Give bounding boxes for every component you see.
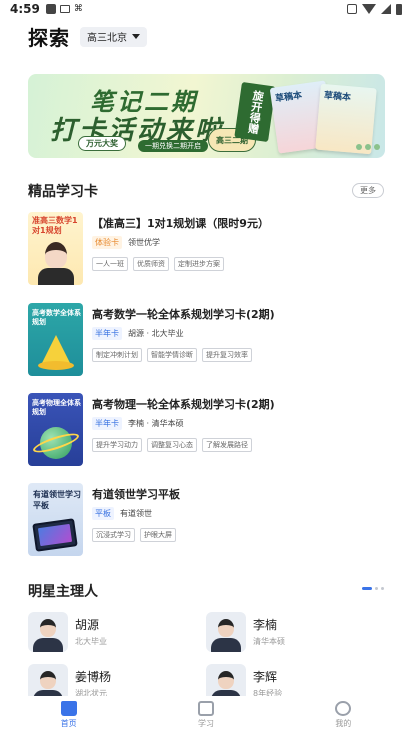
explore-icon [60, 701, 77, 716]
teacher-desc: 清华本硕 [253, 637, 285, 646]
page-title: 探索 [28, 26, 70, 50]
battery-icon [396, 3, 402, 15]
vibrate-icon [347, 4, 357, 14]
tab-study[interactable]: 学习 [137, 696, 274, 734]
course-title: 【准高三】1对1规划课（限时9元） [92, 217, 269, 230]
course-type-badge: 半年卡 [92, 327, 122, 340]
app-notification-icon: ⌘ [73, 4, 83, 14]
course-teacher: 李楠 · 清华本硕 [128, 419, 184, 428]
cellular-icon [381, 4, 391, 14]
teacher-name: 李辉 [253, 670, 278, 684]
feature-tag: 提升学习动力 [92, 438, 142, 452]
course-meta: 平板 有道领世 [92, 507, 152, 520]
thumbnail-text: 有道领世学习平板 [33, 490, 81, 510]
course-type-badge: 体验卡 [92, 236, 122, 249]
course-title: 有道领世学习平板 [92, 488, 180, 501]
notebook-label: 草稿本 [323, 91, 352, 104]
course-meta: 半年卡 李楠 · 清华本硕 [92, 417, 184, 430]
thumbnail-text: 高考物理全体系规划 [32, 399, 81, 416]
course-meta: 半年卡 胡源 · 北大毕业 [92, 327, 184, 340]
bottom-tab-bar: 首页 学习 我的 [0, 696, 412, 734]
section-title-star-teachers: 明星主理人 [28, 584, 98, 600]
teacher-card[interactable]: 胡源 北大毕业 [28, 612, 198, 660]
teacher-desc: 北大毕业 [75, 637, 107, 646]
course-features: 制定冲刺计划 智能学情诊断 提升复习效率 [92, 348, 252, 362]
feature-tag: 智能学情诊断 [147, 348, 197, 362]
status-time: 4:59 [10, 2, 40, 16]
course-features: 沉浸式学习 护眼大屏 [92, 528, 176, 542]
course-meta: 体验卡 领世优学 [92, 236, 160, 249]
banner-decoration [356, 144, 380, 150]
more-button[interactable]: 更多 [352, 183, 384, 198]
feature-tag: 了解发展路径 [202, 438, 252, 452]
feature-tag: 制定冲刺计划 [92, 348, 142, 362]
avatar [28, 612, 68, 652]
course-type-badge: 半年卡 [92, 417, 122, 430]
caret-down-icon [132, 34, 140, 39]
profile-icon [335, 701, 352, 716]
notebook-label: 草稿本 [274, 90, 303, 105]
thumbnail-text: 高考数学全体系规划 [32, 309, 81, 326]
banner-badge-prize: 万元大奖 [78, 136, 126, 151]
course-type-badge: 平板 [92, 507, 114, 520]
more-label: 更多 [360, 186, 376, 195]
teacher-name: 胡源 [75, 618, 100, 632]
feature-tag: 定制进步方案 [174, 257, 224, 271]
tab-label: 学习 [197, 719, 214, 728]
course-features: 一人一班 优质师资 定制进步方案 [92, 257, 224, 271]
course-title: 高考数学一轮全体系规划学习卡(2期) [92, 308, 275, 321]
course-teacher: 胡源 · 北大毕业 [128, 329, 184, 338]
grade-selector[interactable]: 高三北京 [80, 26, 147, 47]
course-features: 提升学习动力 调整复习心态 了解发展路径 [92, 438, 252, 452]
wifi-icon [362, 4, 376, 14]
feature-tag: 护眼大屏 [140, 528, 176, 542]
page-header: 探索 高三北京 [28, 22, 147, 51]
promo-banner[interactable]: 笔记二期 打卡活动来啦 万元大奖 一期兑换二期开启 高三二期 旋开得赠 草稿本 … [28, 74, 385, 158]
course-teacher: 领世优学 [128, 238, 160, 247]
course-thumbnail: 有道领世学习平板 [28, 483, 83, 556]
banner-badge-exchange: 一期兑换二期开启 [138, 140, 208, 152]
course-card[interactable]: 高考数学全体系规划 高考数学一轮全体系规划学习卡(2期) 半年卡 胡源 · 北大… [28, 303, 384, 378]
feature-tag: 调整复习心态 [147, 438, 197, 452]
teacher-name: 姜博杨 [75, 670, 112, 684]
status-bar: 4:59 ⌘ [0, 0, 412, 18]
section-title-study-cards: 精品学习卡 [28, 184, 98, 200]
teacher-name: 李楠 [253, 618, 278, 632]
course-card[interactable]: 有道领世学习平板 有道领世学习平板 平板 有道领世 沉浸式学习 护眼大屏 [28, 483, 384, 558]
course-thumbnail: 高考物理全体系规划 [28, 393, 83, 466]
tab-home[interactable]: 首页 [0, 696, 137, 734]
feature-tag: 提升复习效率 [202, 348, 252, 362]
carousel-indicator [362, 587, 384, 590]
feature-tag: 沉浸式学习 [92, 528, 135, 542]
grade-label: 高三北京 [87, 33, 127, 44]
course-card[interactable]: 高考物理全体系规划 高考物理一轮全体系规划学习卡(2期) 半年卡 李楠 · 清华… [28, 393, 384, 468]
teacher-card[interactable]: 李楠 清华本硕 [206, 612, 376, 660]
notification-icon [45, 4, 56, 14]
course-thumbnail: 准高三数学1对1规划 [28, 212, 83, 285]
feature-tag: 优质师资 [133, 257, 169, 271]
avatar [206, 612, 246, 652]
course-teacher: 有道领世 [120, 509, 152, 518]
tab-label: 首页 [60, 719, 77, 728]
course-thumbnail: 高考数学全体系规划 [28, 303, 83, 376]
course-title: 高考物理一轮全体系规划学习卡(2期) [92, 398, 275, 411]
mail-icon [59, 5, 70, 13]
thumbnail-text: 准高三数学1对1规划 [32, 216, 78, 235]
course-card[interactable]: 准高三数学1对1规划 【准高三】1对1规划课（限时9元） 体验卡 领世优学 一人… [28, 212, 384, 287]
tab-label: 我的 [335, 719, 352, 728]
tab-profile[interactable]: 我的 [275, 696, 412, 734]
feature-tag: 一人一班 [92, 257, 128, 271]
study-icon [197, 701, 214, 716]
